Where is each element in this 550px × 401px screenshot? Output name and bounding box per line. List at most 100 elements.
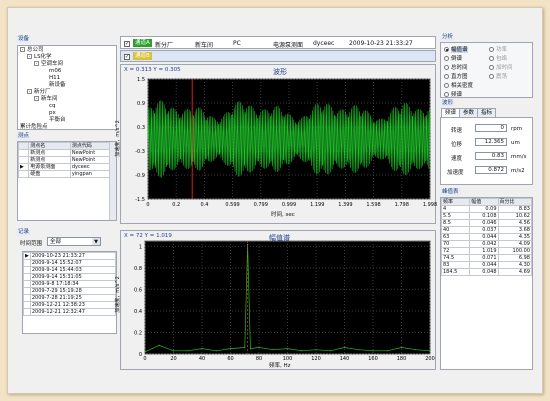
option-envelope[interactable]: 包络	[489, 54, 507, 62]
radio-icon[interactable]	[444, 56, 449, 61]
radio-checked-icon[interactable]	[444, 47, 449, 52]
tree-node-aircon[interactable]: - 空调车间	[34, 61, 63, 68]
params-panel: 转速 0 rpm 位移 12.365 um 速度 0.83 mm/s 加速度 0…	[440, 117, 533, 185]
y-tick-label: 0.2	[134, 330, 142, 336]
option-oscillation[interactable]: 震荡	[489, 72, 507, 80]
radio-icon[interactable]	[489, 74, 494, 79]
col-percent[interactable]: 百分比	[497, 198, 533, 206]
option-amplitude[interactable]: 幅值谱	[444, 45, 468, 53]
displacement-field[interactable]: 12.365	[475, 138, 507, 146]
list-item-selected[interactable]: ▶ 2009-10-23 21:33:27	[23, 252, 117, 260]
list-item[interactable]: 2009-9-14 15:52:07	[23, 259, 117, 267]
tree-node-m06[interactable]: m06	[49, 68, 61, 75]
table-row[interactable]: 新测点 NewPoint	[17, 149, 111, 157]
tree-node-new-workshop[interactable]: - 新车间	[34, 96, 58, 103]
col-frequency[interactable]: 频率	[440, 198, 471, 206]
tree-node-cq[interactable]: cq	[49, 103, 56, 110]
spectrum-data-point	[172, 350, 175, 352]
speed-field[interactable]: 0	[475, 124, 507, 132]
channel-b-badge: 通道B	[133, 52, 152, 60]
chevron-down-icon[interactable]: ▼	[92, 238, 100, 245]
spectrum-xlabel: 频率, Hz	[269, 363, 291, 369]
spectrum-data-point	[415, 349, 417, 351]
list-item[interactable]: 2009-12-21 12:38:23	[23, 301, 117, 309]
x-tick-label: 60	[227, 356, 233, 362]
collapse-icon[interactable]: -	[27, 54, 32, 59]
velocity-field[interactable]: 0.83	[475, 152, 507, 160]
y-tick-label: -1.5	[135, 197, 145, 203]
radio-icon[interactable]	[444, 83, 449, 88]
radio-icon[interactable]	[489, 47, 494, 52]
radio-icon[interactable]	[444, 65, 449, 70]
table-row[interactable]: 74.5 0.071 6.98	[440, 254, 533, 262]
spectrum-data-point	[343, 346, 346, 349]
table-row[interactable]: 4 0.09 8.83	[440, 205, 533, 213]
tree-node-new-factory[interactable]: - 新分厂	[27, 89, 51, 96]
table-row[interactable]: 5.5 0.108 10.62	[440, 212, 533, 220]
table-row[interactable]: 新测点 NewPoint	[17, 156, 111, 164]
col-point-name[interactable]: 测点名	[28, 142, 71, 150]
acceleration-field[interactable]: 0.872	[475, 166, 507, 174]
displacement-unit: um	[511, 140, 520, 146]
option-power[interactable]: 功率	[489, 45, 507, 53]
x-tick-label: 80	[256, 356, 262, 362]
tab-params[interactable]: 参数	[459, 108, 479, 117]
channel-b-checkbox[interactable]: ✓	[124, 53, 130, 60]
collapse-icon[interactable]: -	[34, 61, 39, 66]
list-item[interactable]: 2009-9-14 15:31:05	[23, 273, 117, 281]
collapse-icon[interactable]: -	[34, 96, 39, 101]
table-row[interactable]: 硬盘 yingpan	[17, 170, 111, 178]
x-tick-label: 180	[397, 356, 407, 362]
table-row[interactable]: 63 0.044 4.35	[440, 233, 533, 241]
channel-a-checkbox[interactable]: ✓	[124, 40, 130, 47]
col-point-code[interactable]: 测点代码	[69, 142, 111, 150]
list-item[interactable]: 2009-9-14 15:44:03	[23, 266, 117, 274]
collapse-icon[interactable]: -	[20, 47, 25, 52]
tree-node-px[interactable]: px	[49, 110, 56, 117]
tree-node-balance[interactable]: 平衡台	[49, 117, 66, 124]
col-amplitude[interactable]: 幅值	[469, 198, 499, 206]
tree-node-ls[interactable]: - LS化学	[27, 54, 52, 61]
tab-spectrum[interactable]: 频谱	[441, 108, 461, 117]
x-tick-label: 0	[143, 356, 146, 362]
tree-node-danger[interactable]: 累计危险点	[20, 124, 48, 131]
radio-icon[interactable]	[444, 92, 449, 97]
option-histogram[interactable]: 直方图	[444, 72, 468, 80]
table-row-selected[interactable]: ▶ 电源泵测面 dyceec	[17, 163, 111, 171]
option-spectrum[interactable]: 频谱	[444, 90, 462, 98]
waveform-panel: X = 0.313 Y = 0.305 波形 加速度，m/s^2 1.5 0.9 0…	[115, 64, 437, 225]
tab-index[interactable]: 指标	[477, 108, 497, 117]
waveform-chart[interactable]: 1.5 0.9 0.3 -0.3 -0.9 -1.50 0.2 0.4 0.599 0.799 0.…	[121, 65, 437, 225]
collapse-icon[interactable]: -	[27, 89, 32, 94]
option-total-time[interactable]: 总时间	[444, 63, 468, 71]
equipment-tree[interactable]: - 总公司 - LS化学 - 空调车间 m06 H11 新设备 - 新分厂 - 新车间 c…	[17, 45, 117, 130]
table-row[interactable]: 70 0.042 4.09	[440, 240, 533, 248]
spectrum-data-point	[229, 348, 232, 350]
tree-node-h11[interactable]: H11	[49, 75, 60, 82]
option-add-time[interactable]: 加时间	[489, 63, 513, 71]
time-range-select[interactable]: 全部 ▼	[47, 237, 101, 246]
factory-cell: 新分厂	[155, 42, 174, 49]
table-row[interactable]: 72 1.019 100.00	[440, 247, 533, 255]
spectrum-data-point	[315, 349, 317, 351]
list-item[interactable]: 2009-7-29 15:19:28	[23, 287, 117, 295]
radio-icon[interactable]	[489, 65, 494, 70]
table-row[interactable]: 8.5 0.046 4.56	[440, 219, 533, 227]
list-item[interactable]: 2009-7-28 21:19:25	[23, 294, 117, 302]
option-cepstrum[interactable]: 倒谱	[444, 54, 462, 62]
list-item[interactable]: 2009-12-21 12:32:47	[23, 308, 117, 316]
x-tick-label: 200	[425, 356, 435, 362]
spectrum-chart[interactable]: 10.80.60.40.200 20 40 60 80 100 120 140 160 180 20…	[121, 231, 437, 371]
x-tick-label: 1.598	[366, 202, 380, 208]
table-row[interactable]: 40 0.037 3.68	[440, 226, 533, 234]
list-item[interactable]: 2009-9-8 17:18:34	[23, 280, 117, 288]
tree-node-company[interactable]: - 总公司	[20, 47, 44, 54]
acceleration-unit: m/s2	[511, 168, 525, 174]
table-row[interactable]: 83 0.044 4.30	[440, 261, 533, 269]
radio-icon[interactable]	[489, 56, 494, 61]
table-row[interactable]: 184.5 0.048 4.69	[440, 268, 533, 276]
velocity-label: 速度	[451, 156, 463, 162]
tree-node-new-device[interactable]: 新设备	[49, 82, 66, 89]
option-density[interactable]: 相关密度	[444, 81, 473, 89]
radio-icon[interactable]	[444, 74, 449, 79]
